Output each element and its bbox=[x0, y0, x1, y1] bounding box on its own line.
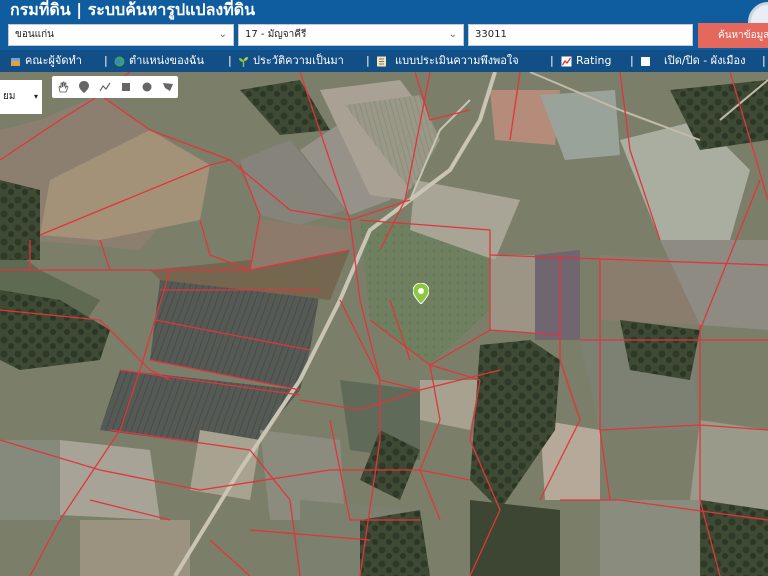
menu-item-rating[interactable]: Rating bbox=[561, 50, 611, 72]
menu-item-label: แบบประเมินความพึงพอใจ bbox=[395, 54, 519, 67]
menu-separator: | bbox=[228, 54, 232, 67]
location-pin-icon[interactable] bbox=[413, 283, 429, 304]
district-select-value: 17 - มัญจาคีรี bbox=[245, 29, 307, 40]
menu-item-team[interactable]: คณะผู้จัดทำ bbox=[10, 50, 82, 72]
form-icon bbox=[377, 56, 386, 66]
menu-bar: คณะผู้จัดทำ | ตำแหน่งของฉัน | ประวัติควา… bbox=[0, 50, 768, 72]
menu-separator: | bbox=[762, 54, 766, 67]
search-button[interactable]: ค้นหาข้อมูล bbox=[698, 23, 768, 48]
team-icon bbox=[11, 57, 20, 66]
menu-item-label: ประวัติความเป็นมา bbox=[253, 54, 344, 67]
chevron-down-icon: ▾ bbox=[33, 92, 38, 101]
menu-separator: | bbox=[550, 54, 554, 67]
menu-item-label: คณะผู้จัดทำ bbox=[25, 54, 82, 67]
province-select-value: ขอนแก่น bbox=[15, 29, 55, 40]
menu-item-label: Rating bbox=[576, 54, 612, 67]
polygon-icon[interactable] bbox=[157, 76, 178, 98]
pin-icon[interactable] bbox=[73, 76, 94, 98]
chevron-down-icon: ⌄ bbox=[218, 29, 227, 40]
menu-separator: | bbox=[104, 54, 108, 67]
app-header: กรมที่ดิน | ระบบค้นหารูปแปลงที่ดิน ขอนแก… bbox=[0, 0, 768, 50]
menu-item-survey[interactable]: แบบประเมินความพึงพอใจ bbox=[376, 50, 519, 72]
district-select[interactable]: 17 - มัญจาคีรี ⌄ bbox=[238, 24, 464, 46]
square-icon[interactable] bbox=[115, 76, 136, 98]
menu-item-label: เปิด/ปิด - ผังเมือง bbox=[664, 54, 746, 67]
basemap-selector[interactable]: ยม ▾ bbox=[0, 80, 42, 114]
circle-icon[interactable] bbox=[136, 76, 157, 98]
parcel-number-input[interactable]: 33011 bbox=[468, 24, 693, 46]
hand-icon[interactable] bbox=[52, 76, 73, 98]
menu-item-city-plan-toggle[interactable]: เปิด/ปิด - ผังเมือง bbox=[641, 50, 746, 72]
menu-item-label: ตำแหน่งของฉัน bbox=[129, 54, 205, 67]
satellite-map[interactable] bbox=[0, 72, 768, 576]
globe-icon bbox=[114, 56, 125, 66]
menu-separator: | bbox=[366, 54, 370, 67]
map-canvas[interactable] bbox=[0, 72, 768, 576]
menu-item-my-location[interactable]: ตำแหน่งของฉัน bbox=[114, 50, 204, 72]
menu-separator: | bbox=[630, 54, 634, 67]
province-select[interactable]: ขอนแก่น ⌄ bbox=[8, 24, 234, 46]
page-title: กรมที่ดิน | ระบบค้นหารูปแปลงที่ดิน bbox=[10, 0, 256, 19]
checkbox-icon[interactable] bbox=[641, 56, 650, 66]
menu-item-history[interactable]: ประวัติความเป็นมา bbox=[238, 50, 344, 72]
line-icon[interactable] bbox=[94, 76, 115, 98]
draw-toolbar bbox=[52, 76, 178, 98]
basemap-label: ยม bbox=[3, 91, 16, 102]
parcel-number-value: 33011 bbox=[475, 29, 507, 40]
chart-icon bbox=[561, 56, 572, 66]
chevron-down-icon: ⌄ bbox=[448, 29, 457, 40]
sprout-icon bbox=[239, 56, 248, 67]
app-window: ยม ▾ กรมที่ดิน | ระบบค้นหารูปแปลงที่ดิน … bbox=[0, 0, 768, 576]
